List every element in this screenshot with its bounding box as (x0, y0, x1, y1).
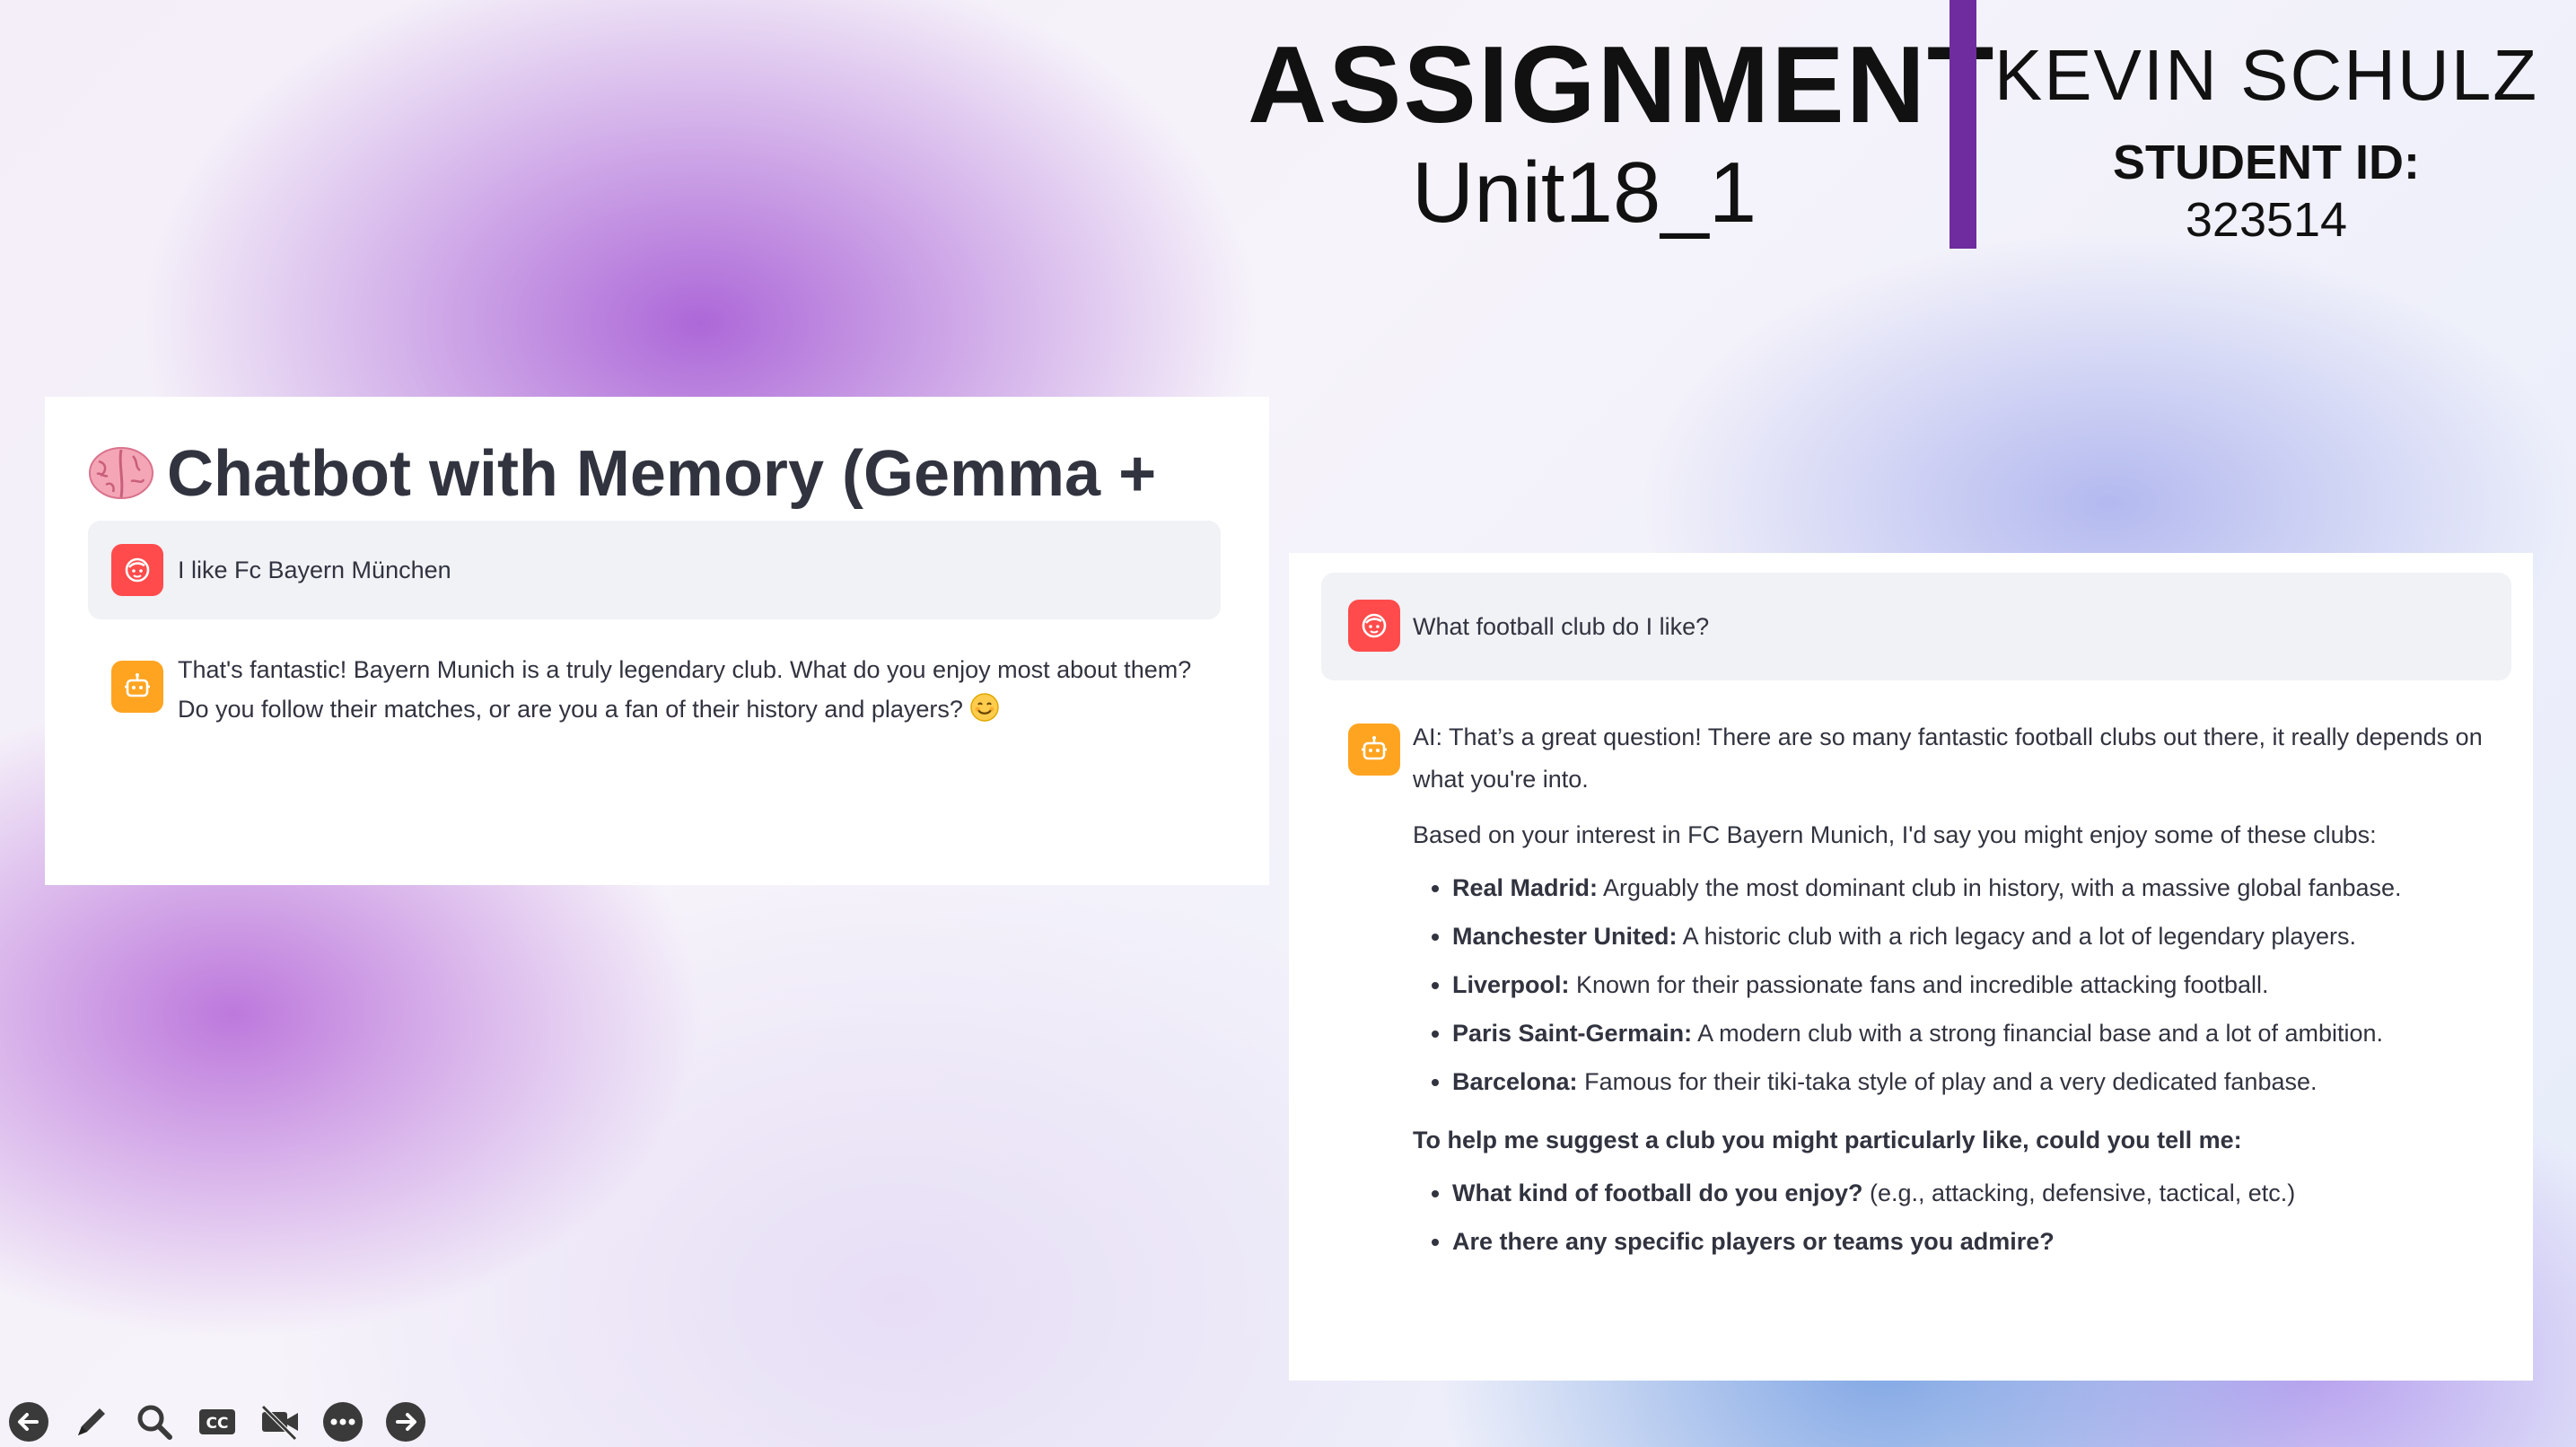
video-off-icon[interactable] (255, 1397, 305, 1447)
assignment-header: ASSIGNMENT Unit18_1 (1248, 23, 1996, 241)
club-desc: Known for their passionate fans and incr… (1576, 971, 2269, 998)
student-id-value: 323514 (2185, 193, 2348, 247)
list-item: Real Madrid: Arguably the most dominant … (1452, 864, 2499, 912)
pen-icon[interactable] (66, 1397, 117, 1447)
svg-text:CC: CC (206, 1415, 229, 1433)
presentation-toolbar: CC (0, 1397, 431, 1447)
user-message: What football club do I like? (1321, 573, 2511, 680)
ai-based-on: Based on your interest in FC Bayern Muni… (1413, 821, 2377, 848)
bot-avatar-icon (1348, 724, 1400, 776)
club-name: Real Madrid: (1452, 874, 1599, 901)
list-item: Paris Saint-Germain: A modern club with … (1452, 1009, 2499, 1057)
student-info: KEVIN SCHULZ STUDENT ID: 323514 (1993, 36, 2540, 248)
club-desc: A historic club with a rich legacy and a… (1682, 923, 2356, 950)
question-list: What kind of football do you enjoy? (e.g… (1413, 1169, 2499, 1266)
ai-message-content: AI: That’s a great question! There are s… (1413, 716, 2499, 1266)
assignment-title: ASSIGNMENT (1248, 23, 1996, 145)
smiling-face-icon (969, 692, 1000, 734)
user-avatar-icon (1348, 600, 1400, 652)
student-id-label: STUDENT ID: (2113, 136, 2420, 189)
club-desc: Arguably the most dominant club in histo… (1603, 874, 2402, 901)
user-message-text: What football club do I like? (1413, 613, 1710, 640)
zoom-icon[interactable] (129, 1397, 180, 1447)
club-name: Paris Saint-Germain: (1452, 1020, 1693, 1047)
more-icon[interactable] (318, 1397, 368, 1447)
club-desc: Famous for their tiki-taka style of play… (1584, 1068, 2318, 1095)
user-avatar-icon (111, 544, 163, 596)
club-list: Real Madrid: Arguably the most dominant … (1413, 864, 2499, 1106)
question-text: What kind of football do you enjoy? (1452, 1180, 1863, 1206)
list-item: Manchester United: A historic club with … (1452, 912, 2499, 960)
ai-message-body: That's fantastic! Bayern Munich is a tru… (178, 656, 1192, 723)
chat-panel-left: Chatbot with Memory (Gemma + LCEL) 18_5R… (45, 397, 1269, 885)
bot-avatar-icon (111, 661, 163, 713)
club-name: Manchester United: (1452, 923, 1678, 950)
brain-icon (88, 438, 154, 499)
student-name: KEVIN SCHULZ (1993, 35, 2539, 115)
question-heading: To help me suggest a club you might part… (1413, 1127, 2242, 1153)
list-item: Liverpool: Known for their passionate fa… (1452, 960, 2499, 1009)
ai-message-text: That's fantastic! Bayern Munich is a tru… (178, 650, 1219, 734)
forward-arrow-icon[interactable] (381, 1397, 431, 1447)
user-message-text: I like Fc Bayern München (178, 557, 451, 583)
club-name: Liverpool: (1452, 971, 1570, 998)
list-item: What kind of football do you enjoy? (e.g… (1452, 1169, 2499, 1217)
assignment-unit: Unit18_1 (1411, 145, 1757, 241)
header-divider (1950, 0, 1976, 249)
back-arrow-icon[interactable] (4, 1397, 54, 1447)
club-desc: A modern club with a strong financial ba… (1697, 1020, 2384, 1047)
list-item: Are there any specific players or teams … (1452, 1217, 2499, 1266)
question-text: Are there any specific players or teams … (1452, 1228, 2055, 1255)
club-name: Barcelona: (1452, 1068, 1578, 1095)
question-hint: (e.g., attacking, defensive, tactical, e… (1869, 1180, 2296, 1206)
captions-icon[interactable]: CC (192, 1397, 242, 1447)
ai-intro: AI: That’s a great question! There are s… (1413, 724, 2483, 793)
user-message: I like Fc Bayern München (88, 521, 1221, 619)
list-item: Barcelona: Famous for their tiki-taka st… (1452, 1057, 2499, 1106)
chat-panel-right: What football club do I like? AI: That’s… (1289, 553, 2533, 1381)
